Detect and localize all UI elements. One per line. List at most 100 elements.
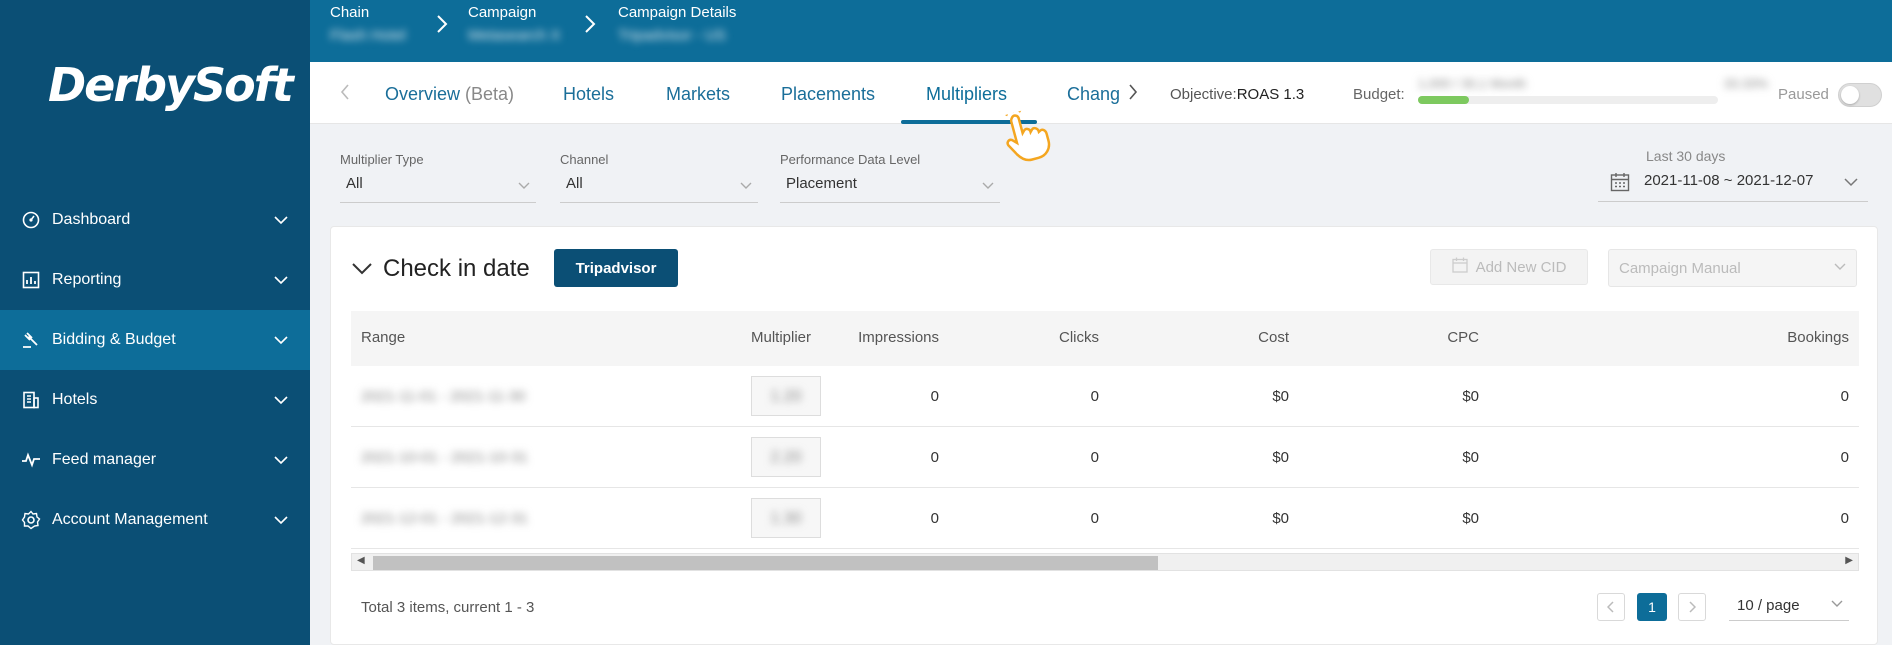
select-value: Campaign Manual [1619, 260, 1741, 277]
gavel-icon [20, 329, 42, 351]
add-new-cid-label: Add New CID [1475, 258, 1567, 276]
column-header-impressions[interactable]: Impressions [858, 329, 939, 346]
page-number-current[interactable]: 1 [1637, 593, 1667, 621]
card-title-text: Check in date [383, 255, 530, 282]
chevron-down-icon [518, 177, 530, 194]
budget-progress-fill [1418, 96, 1469, 104]
chevron-right-icon[interactable] [1128, 84, 1138, 105]
column-header-clicks[interactable]: Clicks [1059, 329, 1099, 346]
add-new-cid-button[interactable]: Add New CID [1430, 249, 1588, 285]
chevron-right-icon [436, 14, 448, 39]
building-icon [20, 389, 42, 411]
paused-toggle[interactable] [1838, 83, 1882, 107]
table-row: 2021-11-01 - 2021-11-30 1.20 0 0 $0 $0 0 [351, 366, 1859, 427]
tripadvisor-button[interactable]: Tripadvisor [554, 249, 678, 287]
cell-bookings: 0 [1840, 388, 1849, 405]
sidebar: DerbySoft Dashboard Reporting Bidding & … [0, 0, 310, 645]
select-value: Placement [786, 175, 857, 192]
breadcrumb-label: Chain [330, 4, 370, 21]
cell-clicks: 0 [1090, 388, 1099, 405]
budget-amount: 1,000 / 30,1 Month [1418, 76, 1527, 91]
tab-placements[interactable]: Placements [781, 84, 875, 105]
cell-clicks: 0 [1090, 449, 1099, 466]
chevron-down-icon [274, 512, 288, 530]
chevron-right-icon [584, 14, 596, 39]
date-range-label: Last 30 days [1646, 148, 1726, 164]
paused-label: Paused [1778, 86, 1829, 103]
table-header: Range Multiplier Impressions Clicks Cost… [351, 311, 1859, 366]
sidebar-item-account-management[interactable]: Account Management [0, 490, 310, 550]
column-header-bookings[interactable]: Bookings [1787, 329, 1849, 346]
chevron-down-icon [982, 177, 994, 194]
table-row: 2021-10-01 - 2021-10-31 2.20 0 0 $0 $0 0 [351, 427, 1859, 488]
tab-multipliers[interactable]: Multipliers [926, 84, 1007, 105]
column-header-multiplier[interactable]: Multiplier [751, 329, 811, 346]
tab-beta-label: (Beta) [465, 84, 515, 104]
tab-bar: Overview (Beta) Hotels Markets Placement… [310, 62, 1892, 124]
sidebar-item-label: Reporting [52, 271, 122, 288]
cell-multiplier: 1.20 [770, 388, 802, 405]
multiplier-input[interactable]: 1.20 [751, 376, 821, 416]
sidebar-nav: Dashboard Reporting Bidding & Budget Hot… [0, 190, 310, 550]
scroll-left-icon[interactable]: ◀ [357, 555, 365, 566]
tab-changes[interactable]: Chang [1067, 84, 1120, 105]
multiplier-type-select[interactable]: All [340, 175, 536, 203]
page-size-select[interactable]: 10 / page [1729, 591, 1849, 621]
derbysoft-logo[interactable]: DerbySoft [48, 58, 294, 112]
sidebar-item-hotels[interactable]: Hotels [0, 370, 310, 430]
budget-value: 1,000 / 30,1 Month 33.33% [1418, 76, 1768, 94]
campaign-manual-select[interactable]: Campaign Manual [1608, 249, 1857, 287]
select-value: All [346, 175, 363, 192]
chevron-down-icon [1831, 595, 1843, 612]
breadcrumb-chain[interactable]: Chain Flash Hotel [330, 4, 406, 44]
scrollbar-thumb[interactable] [373, 556, 1158, 570]
next-page-button[interactable] [1678, 593, 1706, 621]
cell-multiplier: 1.30 [770, 510, 802, 527]
cell-impressions: 0 [930, 388, 939, 405]
cell-multiplier: 2.20 [770, 449, 802, 466]
breadcrumb-value: Flash Hotel [330, 27, 406, 44]
sidebar-item-bidding-budget[interactable]: Bidding & Budget [0, 310, 310, 370]
chevron-left-icon[interactable] [340, 84, 350, 105]
sidebar-item-feed-manager[interactable]: Feed manager [0, 430, 310, 490]
chevron-down-icon [274, 332, 288, 350]
chevron-down-icon [740, 177, 752, 194]
performance-level-select[interactable]: Placement [780, 175, 1000, 203]
multiplier-type-filter: Multiplier Type All [340, 152, 536, 203]
breadcrumb-label: Campaign Details [618, 4, 737, 21]
sidebar-item-reporting[interactable]: Reporting [0, 250, 310, 310]
channel-select[interactable]: All [560, 175, 758, 203]
tab-overview[interactable]: Overview (Beta) [385, 84, 514, 105]
horizontal-scrollbar[interactable]: ◀ ▶ [351, 553, 1859, 571]
column-header-cpc[interactable]: CPC [1447, 329, 1479, 346]
multiplier-input[interactable]: 2.20 [751, 437, 821, 477]
chevron-down-icon [274, 452, 288, 470]
reporting-icon [20, 269, 42, 291]
column-header-range[interactable]: Range [361, 329, 405, 346]
cell-range: 2021-10-01 - 2021-10-31 [361, 449, 528, 466]
multiplier-input[interactable]: 1.30 [751, 498, 821, 538]
column-header-cost[interactable]: Cost [1258, 329, 1289, 346]
cell-clicks: 0 [1090, 510, 1099, 527]
prev-page-button[interactable] [1597, 593, 1625, 621]
collapse-chevron-icon[interactable] [351, 255, 373, 283]
date-range-picker[interactable]: 2021-11-08 ~ 2021-12-07 [1598, 172, 1868, 202]
scroll-right-icon[interactable]: ▶ [1845, 555, 1853, 566]
cell-cpc: $0 [1462, 388, 1479, 405]
breadcrumb-value: Tripadvisor - US [618, 27, 726, 44]
calendar-icon [1451, 257, 1468, 277]
date-range-filter: Last 30 days 2021-11-08 ~ 2021-12-07 [1598, 148, 1868, 202]
chevron-down-icon [1834, 258, 1846, 275]
tab-hotels[interactable]: Hotels [563, 84, 614, 105]
chevron-down-icon [274, 212, 288, 230]
cell-cost: $0 [1272, 510, 1289, 527]
breadcrumb-campaign[interactable]: Campaign Metasearch X [468, 4, 561, 44]
sidebar-item-dashboard[interactable]: Dashboard [0, 190, 310, 250]
sidebar-item-label: Hotels [52, 391, 98, 408]
chevron-down-icon [1844, 174, 1858, 191]
filter-label: Multiplier Type [340, 152, 424, 167]
cell-cpc: $0 [1462, 449, 1479, 466]
dashboard-icon [20, 209, 42, 231]
breadcrumb-campaign-details[interactable]: Campaign Details Tripadvisor - US [618, 4, 736, 44]
tab-markets[interactable]: Markets [666, 84, 730, 105]
